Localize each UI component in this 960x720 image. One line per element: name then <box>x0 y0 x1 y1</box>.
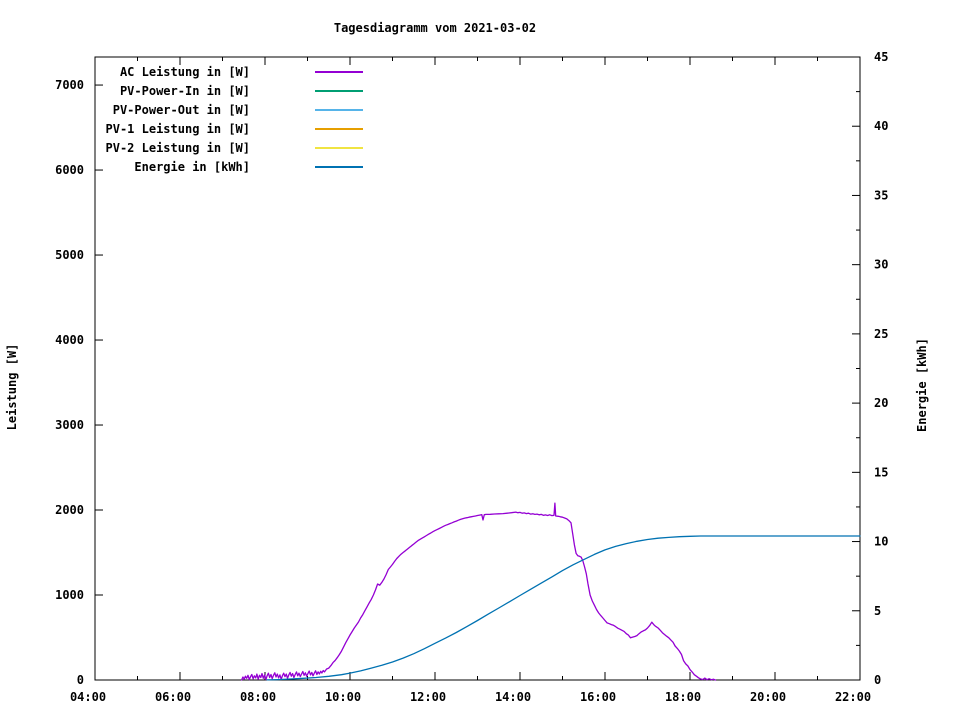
chart-area: Tagesdiagramm vom 2021-03-02 Leistung [W… <box>0 0 960 720</box>
x-tick-label: 16:00 <box>580 690 616 704</box>
x-tick-label: 12:00 <box>410 690 446 704</box>
y-tick-label: 1000 <box>55 588 84 602</box>
x-tick-label: 20:00 <box>750 690 786 704</box>
y-tick-label: 7000 <box>55 78 84 92</box>
y-tick-label: 3000 <box>55 418 84 432</box>
series-ac-leistung-in-w <box>240 502 717 681</box>
legend-label: PV-2 Leistung in [W] <box>106 141 251 155</box>
y2-tick-label: 25 <box>874 327 888 341</box>
y2-tick-label: 45 <box>874 50 888 64</box>
legend-label: PV-Power-In in [W] <box>120 84 250 98</box>
x-tick-label: 08:00 <box>240 690 276 704</box>
x-tick-label: 22:00 <box>835 690 871 704</box>
legend-label: AC Leistung in [W] <box>120 65 250 79</box>
y-tick-label: 0 <box>77 673 84 687</box>
y-tick-label: 2000 <box>55 503 84 517</box>
y2-tick-label: 35 <box>874 188 888 202</box>
y2-tick-label: 30 <box>874 258 888 272</box>
x-tick-label: 10:00 <box>325 690 361 704</box>
x-tick-label: 18:00 <box>665 690 701 704</box>
y-tick-label: 6000 <box>55 163 84 177</box>
y2-tick-label: 5 <box>874 604 881 618</box>
legend-label: Energie in [kWh] <box>134 160 250 174</box>
y2-tick-label: 10 <box>874 535 888 549</box>
x-tick-label: 04:00 <box>70 690 106 704</box>
y2-tick-label: 20 <box>874 396 888 410</box>
legend-label: PV-1 Leistung in [W] <box>106 122 251 136</box>
y2-tick-label: 15 <box>874 465 888 479</box>
y2-tick-label: 40 <box>874 119 888 133</box>
x-tick-label: 14:00 <box>495 690 531 704</box>
legend-label: PV-Power-Out in [W] <box>113 103 250 117</box>
y-tick-label: 4000 <box>55 333 84 347</box>
y2-tick-label: 0 <box>874 673 881 687</box>
plot-canvas: 04:00 06:00 08:00 10:00 12:00 14:00 16:00 18:00… <box>55 50 888 704</box>
y-tick-label: 5000 <box>55 248 84 262</box>
series-energie-in-kwh <box>266 535 861 681</box>
x-tick-label: 06:00 <box>155 690 191 704</box>
